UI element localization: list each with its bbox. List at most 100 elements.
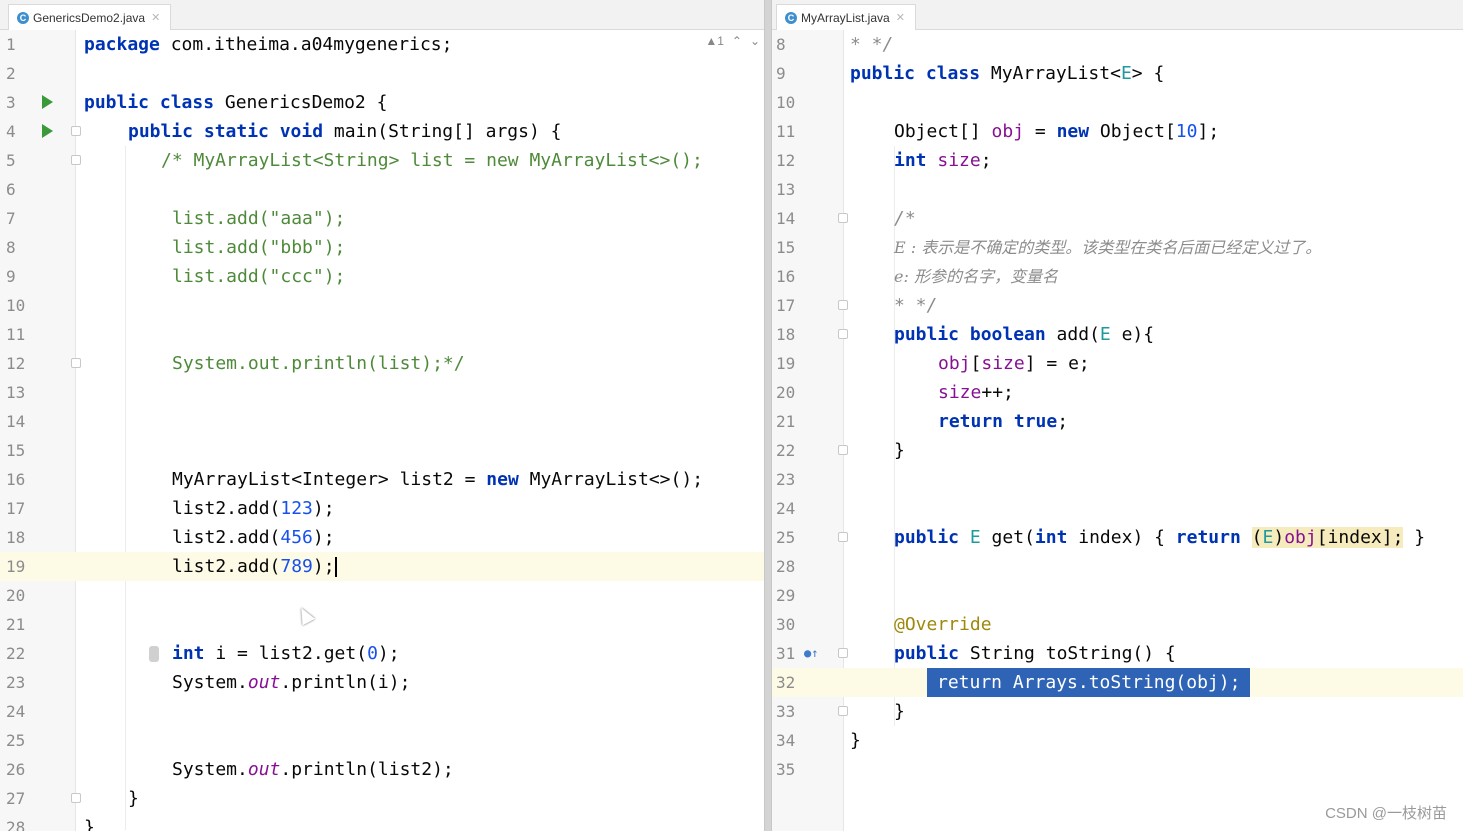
code-line[interactable]: 23 — [772, 465, 1463, 494]
code-token: E — [1099, 324, 1111, 345]
close-tab-icon[interactable]: ✕ — [896, 11, 905, 24]
fold-icon[interactable] — [838, 648, 848, 658]
fold-icon[interactable] — [838, 300, 848, 310]
code-line[interactable]: 19 obj[size] = e; — [772, 349, 1463, 378]
code-line[interactable]: 17 * */ — [772, 291, 1463, 320]
fold-icon[interactable] — [71, 358, 81, 368]
code-token: 10 — [1175, 121, 1198, 142]
code-line[interactable]: 11 — [0, 320, 764, 349]
code-line[interactable]: 18 list2.add(456); — [0, 523, 764, 552]
code-line[interactable]: 16 MyArrayList<Integer> list2 = new MyArr… — [0, 465, 764, 494]
line-number: 27 — [6, 789, 26, 808]
code-token: } — [128, 788, 139, 809]
fold-icon[interactable] — [838, 329, 848, 339]
right-editor-pane[interactable]: C MyArrayList.java ✕ 8 * */ 9 public class… — [772, 0, 1463, 831]
line-number: 25 — [776, 528, 796, 547]
tab-myarraylist[interactable]: C MyArrayList.java ✕ — [776, 4, 916, 30]
code-line[interactable]: 16 e: 形参的名字，变量名 — [772, 262, 1463, 291]
code-line[interactable]: 26 System.out.println(list2); — [0, 755, 764, 784]
code-line[interactable]: 31 ●↑ public String toString() { — [772, 639, 1463, 668]
run-icon[interactable] — [42, 124, 53, 138]
code-token: int — [172, 643, 205, 664]
fold-icon[interactable] — [838, 706, 848, 716]
code-line[interactable]: 9 public class MyArrayList<E> { — [772, 59, 1463, 88]
code-line[interactable]: 14 — [0, 407, 764, 436]
line-number: 19 — [6, 557, 26, 576]
code-line[interactable]: 33} — [772, 697, 1463, 726]
code-line[interactable]: 23 System.out.println(i); — [0, 668, 764, 697]
line-number: 20 — [6, 586, 26, 605]
split-divider[interactable] — [764, 0, 772, 831]
code-line[interactable]: 4 public static void main(String[] args) … — [0, 117, 764, 146]
code-line[interactable]: 15 — [0, 436, 764, 465]
code-token: return — [1175, 527, 1241, 548]
code-line[interactable]: 17 list2.add(123); — [0, 494, 764, 523]
line-number: 5 — [6, 151, 16, 170]
code-line[interactable]: 14 /* — [772, 204, 1463, 233]
code-line[interactable]: 28} — [0, 813, 764, 831]
override-marker-icon[interactable]: ●↑ — [804, 639, 818, 668]
code-token: 123 — [280, 498, 313, 519]
code-line[interactable]: 25 public E get(int index) { return (E)ob… — [772, 523, 1463, 552]
fold-icon[interactable] — [838, 213, 848, 223]
java-class-icon: C — [17, 11, 29, 24]
code-line[interactable]: 24 — [0, 697, 764, 726]
code-line[interactable]: 30 @Override — [772, 610, 1463, 639]
code-line[interactable]: 12 int size; — [772, 146, 1463, 175]
selected-code[interactable]: return Arrays.toString(obj); — [927, 668, 1251, 697]
code-line[interactable]: 5 /* MyArrayList<String> list = new MyArr… — [0, 146, 764, 175]
code-line[interactable]: 25 — [0, 726, 764, 755]
code-token: size — [938, 382, 982, 403]
code-line[interactable]: 22 int i = list2.get(0); — [0, 639, 764, 668]
right-code-area[interactable]: 8 * */ 9 public class MyArrayList<E> { 10 … — [772, 30, 1463, 831]
fold-icon[interactable] — [71, 793, 81, 803]
code-line-current[interactable]: 19 list2.add(789); — [0, 552, 764, 581]
left-code-area[interactable]: 1 package com.itheima.a04mygenerics; 2 3 p… — [0, 30, 764, 831]
intention-bulb-icon[interactable] — [149, 646, 159, 662]
line-number: 34 — [776, 731, 796, 750]
code-line[interactable]: 15 E : 表示是不确定的类型。该类型在类名后面已经定义过了。 — [772, 233, 1463, 262]
code-line[interactable]: 18 public boolean add(E e){ — [772, 320, 1463, 349]
code-line[interactable]: 13 — [772, 175, 1463, 204]
fold-icon[interactable] — [838, 532, 848, 542]
code-token: = — [1024, 121, 1057, 142]
code-line[interactable]: 20 — [0, 581, 764, 610]
code-line[interactable]: 27} — [0, 784, 764, 813]
code-line[interactable]: 8 * */ — [772, 30, 1463, 59]
code-line[interactable]: 8 list.add("bbb"); — [0, 233, 764, 262]
fold-icon[interactable] — [71, 126, 81, 136]
fold-icon[interactable] — [71, 155, 81, 165]
close-tab-icon[interactable]: ✕ — [151, 11, 160, 24]
code-line[interactable]: 2 — [0, 59, 764, 88]
code-line[interactable]: 29 — [772, 581, 1463, 610]
code-line[interactable]: 10 — [772, 88, 1463, 117]
left-editor-pane[interactable]: C GenericsDemo2.java ✕ ▲1 ⌃ ⌄ 1 package c… — [0, 0, 764, 831]
code-line[interactable]: 1 package com.itheima.a04mygenerics; — [0, 30, 764, 59]
code-line[interactable]: 3 public class GenericsDemo2 { — [0, 88, 764, 117]
code-line[interactable]: 12 System.out.println(list);*/ — [0, 349, 764, 378]
code-token: E — [1262, 527, 1274, 548]
code-line[interactable]: 28 — [772, 552, 1463, 581]
code-line[interactable]: 7 list.add("aaa"); — [0, 204, 764, 233]
code-token: ; — [1057, 411, 1069, 432]
code-line[interactable]: 11 Object[] obj = new Object[10]; — [772, 117, 1463, 146]
line-number: 31 — [776, 644, 796, 663]
tab-genericsdemo2[interactable]: C GenericsDemo2.java ✕ — [8, 4, 172, 30]
code-token: .println(list2); — [280, 759, 454, 780]
code-line[interactable]: 35 — [772, 755, 1463, 784]
code-line[interactable]: 22} — [772, 436, 1463, 465]
run-icon[interactable] — [42, 95, 53, 109]
code-line[interactable]: 21 — [0, 610, 764, 639]
code-line[interactable]: 10 — [0, 291, 764, 320]
code-line[interactable]: 21 return true; — [772, 407, 1463, 436]
code-line-current[interactable]: 32 return Arrays.toString(obj); — [772, 668, 1463, 697]
code-line[interactable]: 13 — [0, 378, 764, 407]
line-number: 22 — [776, 441, 796, 460]
code-line[interactable]: 20 size++; — [772, 378, 1463, 407]
code-line[interactable]: 6 — [0, 175, 764, 204]
fold-icon[interactable] — [838, 445, 848, 455]
code-line[interactable]: 9 list.add("ccc"); — [0, 262, 764, 291]
code-line[interactable]: 24 — [772, 494, 1463, 523]
code-line[interactable]: 34} — [772, 726, 1463, 755]
code-token: } — [84, 817, 95, 831]
